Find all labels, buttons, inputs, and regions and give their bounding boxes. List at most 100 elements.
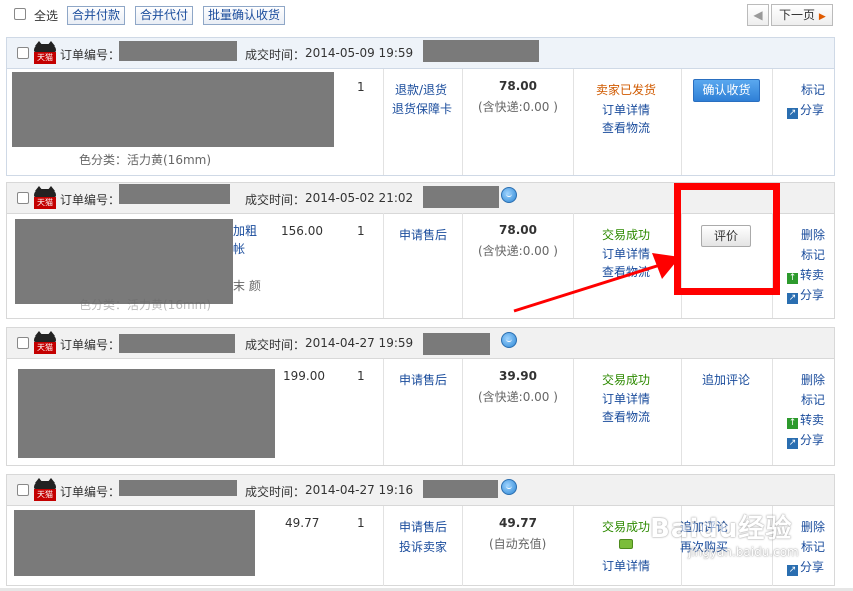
- additional-review-link[interactable]: 追加评论: [702, 371, 750, 388]
- shop-name-redacted[interactable]: [423, 186, 499, 208]
- order-status: 交易成功: [602, 520, 651, 534]
- delete-link[interactable]: 删除: [801, 226, 825, 243]
- share-link[interactable]: ↗ 分享: [787, 431, 824, 449]
- delete-link[interactable]: 删除: [801, 371, 825, 388]
- batch-confirm-button[interactable]: 批量确认收货: [203, 6, 286, 25]
- share-icon: ↗: [787, 293, 798, 304]
- order-number-label: 订单编号：: [60, 48, 121, 62]
- annotation-arrow-icon: [513, 253, 680, 313]
- refund-link[interactable]: 退款/退货: [395, 81, 447, 98]
- unit-price: 156.00: [281, 224, 323, 238]
- product-image[interactable]: [14, 510, 255, 576]
- select-all-checkbox[interactable]: [14, 8, 26, 20]
- order-status: 卖家已发货: [596, 83, 657, 97]
- resell-icon: ↑: [787, 418, 798, 429]
- order-number-label: 订单编号：: [60, 338, 121, 352]
- wangwang-chat-icon[interactable]: [501, 479, 517, 495]
- deal-time: 2014-04-27 19:59: [305, 336, 414, 350]
- shop-name-redacted[interactable]: [423, 40, 539, 62]
- deal-time-label: 成交时间：: [245, 193, 306, 207]
- after-sale-link[interactable]: 申请售后: [399, 226, 447, 243]
- order-number-redacted: [119, 41, 237, 61]
- order-number-label: 订单编号：: [60, 193, 121, 207]
- tmall-logo-icon: 天猫: [34, 186, 56, 209]
- product-sku: 色分类：活力黄(16mm): [79, 298, 212, 312]
- wangwang-chat-icon[interactable]: [501, 187, 517, 203]
- mark-link[interactable]: 标记: [801, 246, 825, 263]
- merge-pay-button[interactable]: 合并付款: [67, 6, 126, 25]
- prev-page-button[interactable]: ◀: [747, 4, 769, 26]
- order-checkbox[interactable]: [17, 192, 29, 204]
- unit-price: 199.00: [283, 369, 325, 383]
- mark-link[interactable]: 标记: [801, 81, 825, 98]
- baidu-jingyan-watermark: Baidu经验 jingyan.baidu.com: [650, 508, 799, 559]
- deal-time-label: 成交时间：: [245, 338, 306, 352]
- order-card: 天猫 订单编号： 成交时间： 2014-04-27 19:59 199.00 1…: [6, 327, 835, 466]
- product-title-fragment[interactable]: 帐: [233, 240, 245, 257]
- order-header: 天猫 订单编号： 成交时间： 2014-04-27 19:16: [7, 475, 834, 506]
- order-number-label: 订单编号：: [60, 485, 121, 499]
- delete-link[interactable]: 删除: [801, 518, 825, 535]
- share-icon: ↗: [787, 108, 798, 119]
- order-total: 78.00: [499, 223, 537, 237]
- share-icon: ↗: [787, 438, 798, 449]
- order-detail-link[interactable]: 订单详情: [602, 101, 650, 118]
- resell-link[interactable]: ↑ 转卖: [787, 266, 824, 284]
- deal-time-label: 成交时间：: [245, 485, 306, 499]
- shipping-note: (自动充值): [489, 537, 547, 551]
- return-guarantee-link[interactable]: 退货保障卡: [392, 100, 452, 117]
- deal-time: 2014-05-02 21:02: [305, 191, 414, 205]
- watermark-brand: Baidu经验: [650, 514, 793, 544]
- share-icon: ↗: [787, 565, 798, 576]
- product-sku: 色分类：活力黄(16mm): [79, 153, 212, 167]
- order-detail-link[interactable]: 订单详情: [602, 390, 650, 407]
- confirm-receipt-button[interactable]: 确认收货: [693, 79, 760, 102]
- product-image[interactable]: [12, 72, 334, 147]
- wallet-icon: [619, 539, 633, 549]
- product-title-fragment[interactable]: 加粗: [233, 222, 257, 239]
- share-link[interactable]: ↗ 分享: [787, 558, 824, 576]
- unit-price: 49.77: [285, 516, 320, 530]
- wangwang-chat-icon[interactable]: [501, 332, 517, 348]
- after-sale-link[interactable]: 申请售后: [399, 518, 447, 535]
- complain-seller-link[interactable]: 投诉卖家: [399, 538, 447, 555]
- quantity: 1: [357, 516, 365, 530]
- tmall-logo-icon: 天猫: [34, 478, 56, 501]
- resell-link[interactable]: ↑ 转卖: [787, 411, 824, 429]
- shipping-note: (含快递:0.00 ): [478, 100, 558, 114]
- product-sku-fragment: 末 颜: [233, 279, 261, 293]
- order-detail-link[interactable]: 订单详情: [602, 557, 650, 574]
- after-sale-link[interactable]: 申请售后: [399, 371, 447, 388]
- deal-time-label: 成交时间：: [245, 48, 306, 62]
- tmall-logo-icon: 天猫: [34, 41, 56, 64]
- order-checkbox[interactable]: [17, 484, 29, 496]
- shop-name-redacted[interactable]: [423, 333, 490, 355]
- mark-link[interactable]: 标记: [801, 538, 825, 555]
- shop-name-redacted[interactable]: [423, 480, 498, 498]
- mark-link[interactable]: 标记: [801, 391, 825, 408]
- merge-proxy-pay-button[interactable]: 合并代付: [135, 6, 194, 25]
- product-image[interactable]: [18, 369, 275, 458]
- order-checkbox[interactable]: [17, 337, 29, 349]
- shipping-note: (含快递:0.00 ): [478, 390, 558, 404]
- chevron-right-icon: ▶: [818, 12, 826, 22]
- quantity: 1: [357, 369, 365, 383]
- deal-time: 2014-05-09 19:59: [305, 46, 414, 60]
- product-image[interactable]: [15, 219, 233, 304]
- order-number-redacted: [119, 334, 235, 353]
- order-total: 78.00: [499, 79, 537, 93]
- share-link[interactable]: ↗ 分享: [787, 101, 824, 119]
- chevron-left-icon: ◀: [753, 8, 763, 22]
- order-number-redacted: [119, 480, 237, 496]
- view-logistics-link[interactable]: 查看物流: [602, 408, 650, 425]
- next-page-button[interactable]: 下一页 ▶: [771, 4, 833, 26]
- select-all-label: 全选: [34, 9, 59, 23]
- share-link[interactable]: ↗ 分享: [787, 286, 824, 304]
- next-page-label: 下一页: [779, 8, 816, 22]
- order-header: 天猫 订单编号： 成交时间： 2014-04-27 19:59: [7, 328, 834, 359]
- order-status: 交易成功: [602, 373, 651, 387]
- resell-icon: ↑: [787, 273, 798, 284]
- view-logistics-link[interactable]: 查看物流: [602, 119, 650, 136]
- deal-time: 2014-04-27 19:16: [305, 483, 414, 497]
- order-checkbox[interactable]: [17, 47, 29, 59]
